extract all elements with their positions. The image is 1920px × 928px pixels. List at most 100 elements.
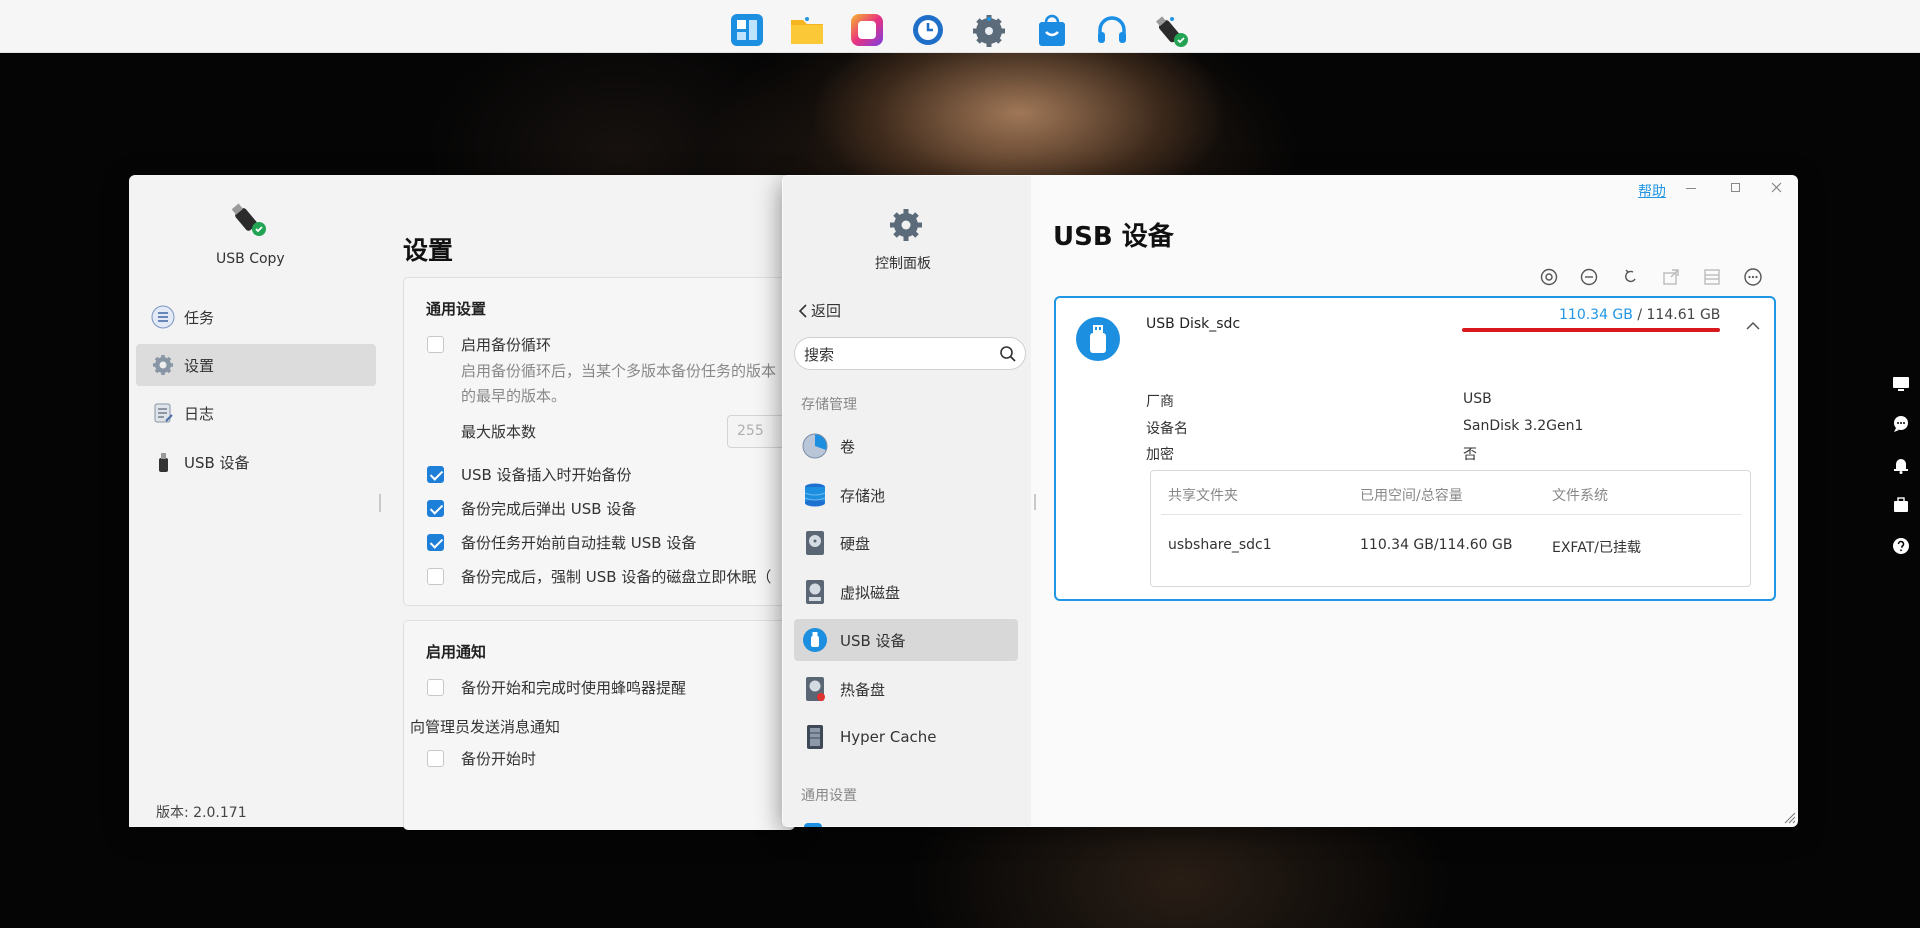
back-label: 返回 xyxy=(811,302,842,320)
cycle-description-line2: 的最早的版本。 xyxy=(461,387,567,405)
database-icon xyxy=(802,482,828,508)
dock-app-grid[interactable] xyxy=(729,12,765,48)
table-header: 已用空间/总容量 xyxy=(1360,488,1463,504)
nav-label: 日志 xyxy=(184,404,215,423)
task-list-icon xyxy=(150,304,176,330)
dock-app-photos[interactable] xyxy=(849,12,885,48)
general-section-heading: 通用设置 xyxy=(801,788,857,804)
chevron-left-icon xyxy=(798,303,807,318)
nav-item-settings[interactable]: 设置 xyxy=(136,344,376,386)
running-indicator xyxy=(1170,17,1174,21)
grid-app-icon xyxy=(731,14,763,46)
max-versions-value: 255 xyxy=(737,423,764,439)
hard-disk-icon xyxy=(802,530,828,556)
export-button[interactable] xyxy=(1660,266,1682,288)
nav-item-usb-devices[interactable]: USB 设备 xyxy=(136,441,376,483)
chevron-up-icon[interactable] xyxy=(1746,321,1760,331)
cp-item-hyper-cache[interactable]: Hyper Cache xyxy=(794,716,1018,758)
hot-spare-disk-icon xyxy=(802,676,828,702)
start-on-insert-label: USB 设备插入时开始备份 xyxy=(461,466,632,484)
chat-widget[interactable] xyxy=(1891,414,1911,434)
control-panel-name: 控制面板 xyxy=(875,256,931,272)
enable-cycle-checkbox[interactable] xyxy=(427,336,444,353)
auto-mount-checkbox[interactable] xyxy=(427,534,444,551)
nav-item-logs[interactable]: 日志 xyxy=(136,392,376,434)
monitor-widget[interactable] xyxy=(1891,374,1911,394)
server-icon xyxy=(1704,269,1720,285)
cp-item-label: 硬盘 xyxy=(840,534,871,553)
cut-off-item-icon xyxy=(804,823,822,827)
dock-app-support[interactable] xyxy=(1094,12,1130,48)
dock-app-usbcopy[interactable] xyxy=(1154,12,1190,48)
help-link[interactable]: 帮助 xyxy=(1638,181,1666,201)
buzzer-checkbox[interactable] xyxy=(427,679,444,696)
bell-icon xyxy=(1894,459,1908,474)
cp-item-hot-spare[interactable]: 热备盘 xyxy=(794,668,1018,710)
more-icon xyxy=(1744,268,1762,286)
eject-button[interactable] xyxy=(1538,266,1560,288)
capacity-separator: / xyxy=(1632,307,1647,323)
sidebar-splitter[interactable] xyxy=(1034,494,1036,510)
eject-after-checkbox[interactable] xyxy=(427,500,444,517)
on-start-checkbox[interactable] xyxy=(427,750,444,767)
cp-item-virtual-disk[interactable]: 虚拟磁盘 xyxy=(794,571,1018,613)
cp-item-label: USB 设备 xyxy=(840,631,906,650)
minus-circle-icon xyxy=(1580,268,1598,286)
nav-item-tasks[interactable]: 任务 xyxy=(136,296,376,338)
capacity-readout: 110.34 GB / 114.61 GB xyxy=(1559,307,1720,323)
dock-app-files[interactable] xyxy=(789,12,825,48)
cp-item-storage-pool[interactable]: 存储池 xyxy=(794,474,1018,516)
dock-app-settings[interactable] xyxy=(971,12,1007,48)
auto-mount-label: 备份任务开始前自动挂载 USB 设备 xyxy=(461,534,697,552)
nav-label: 设置 xyxy=(184,356,215,375)
cp-item-disk[interactable]: 硬盘 xyxy=(794,522,1018,564)
version-label: 版本: 2.0.171 xyxy=(156,805,247,821)
vendor-value: USB xyxy=(1463,391,1492,407)
dock-app-store[interactable] xyxy=(1034,12,1070,48)
table-row[interactable]: usbshare_sdc1 110.34 GB/114.60 GB EXFAT/… xyxy=(1151,529,1751,569)
resize-grip-icon[interactable] xyxy=(1784,812,1796,824)
cp-item-label: 卷 xyxy=(840,437,856,456)
dock xyxy=(0,0,1920,53)
briefcase-icon xyxy=(1894,497,1908,512)
question-icon xyxy=(1893,538,1909,554)
usb-drive-icon xyxy=(802,627,828,653)
device-name-label: 设备名 xyxy=(1146,421,1188,437)
usb-drive-icon xyxy=(1076,317,1120,361)
storage-button[interactable] xyxy=(1701,266,1723,288)
usb-page-title: USB 设备 xyxy=(1053,222,1174,252)
search-input[interactable]: 搜索 xyxy=(794,337,1026,370)
dock-app-clock[interactable] xyxy=(910,12,946,48)
search-icon xyxy=(1000,346,1016,362)
cp-item-label: 虚拟磁盘 xyxy=(840,583,901,602)
shared-folders-table: 共享文件夹 已用空间/总容量 文件系统 usbshare_sdc1 110.34… xyxy=(1150,470,1751,587)
photos-app-icon xyxy=(851,14,883,46)
notification-widget[interactable] xyxy=(1891,455,1911,475)
table-header: 文件系统 xyxy=(1552,488,1608,504)
close-icon[interactable] xyxy=(1771,182,1782,193)
cp-item-label: 存储池 xyxy=(840,486,886,505)
help-widget[interactable] xyxy=(1891,536,1911,556)
sleep-after-label: 备份完成后，强制 USB 设备的磁盘立即休眠（ xyxy=(461,568,772,586)
cp-item-usb-devices[interactable]: USB 设备 xyxy=(794,619,1018,661)
back-button[interactable]: 返回 xyxy=(797,300,841,321)
sleep-after-checkbox[interactable] xyxy=(427,568,444,585)
maximize-button[interactable] xyxy=(1731,183,1740,192)
table-header: 共享文件夹 xyxy=(1168,488,1238,504)
search-placeholder: 搜索 xyxy=(804,346,835,364)
unmount-button[interactable] xyxy=(1578,266,1600,288)
task-widget[interactable] xyxy=(1891,495,1911,515)
format-button[interactable] xyxy=(1620,266,1642,288)
running-indicator xyxy=(987,17,991,21)
virtual-disk-icon xyxy=(802,579,828,605)
admin-notify-label: 向管理员发送消息通知 xyxy=(410,718,561,736)
table-divider xyxy=(1161,514,1741,515)
splitter-handle[interactable] xyxy=(379,494,381,512)
cp-item-volume[interactable]: 卷 xyxy=(794,425,1018,467)
encryption-label: 加密 xyxy=(1146,447,1174,463)
device-name-value: SanDisk 3.2Gen1 xyxy=(1463,418,1584,434)
more-button[interactable] xyxy=(1742,266,1764,288)
minimize-button[interactable] xyxy=(1686,188,1696,189)
encryption-value: 否 xyxy=(1463,447,1477,463)
start-on-insert-checkbox[interactable] xyxy=(427,466,444,483)
